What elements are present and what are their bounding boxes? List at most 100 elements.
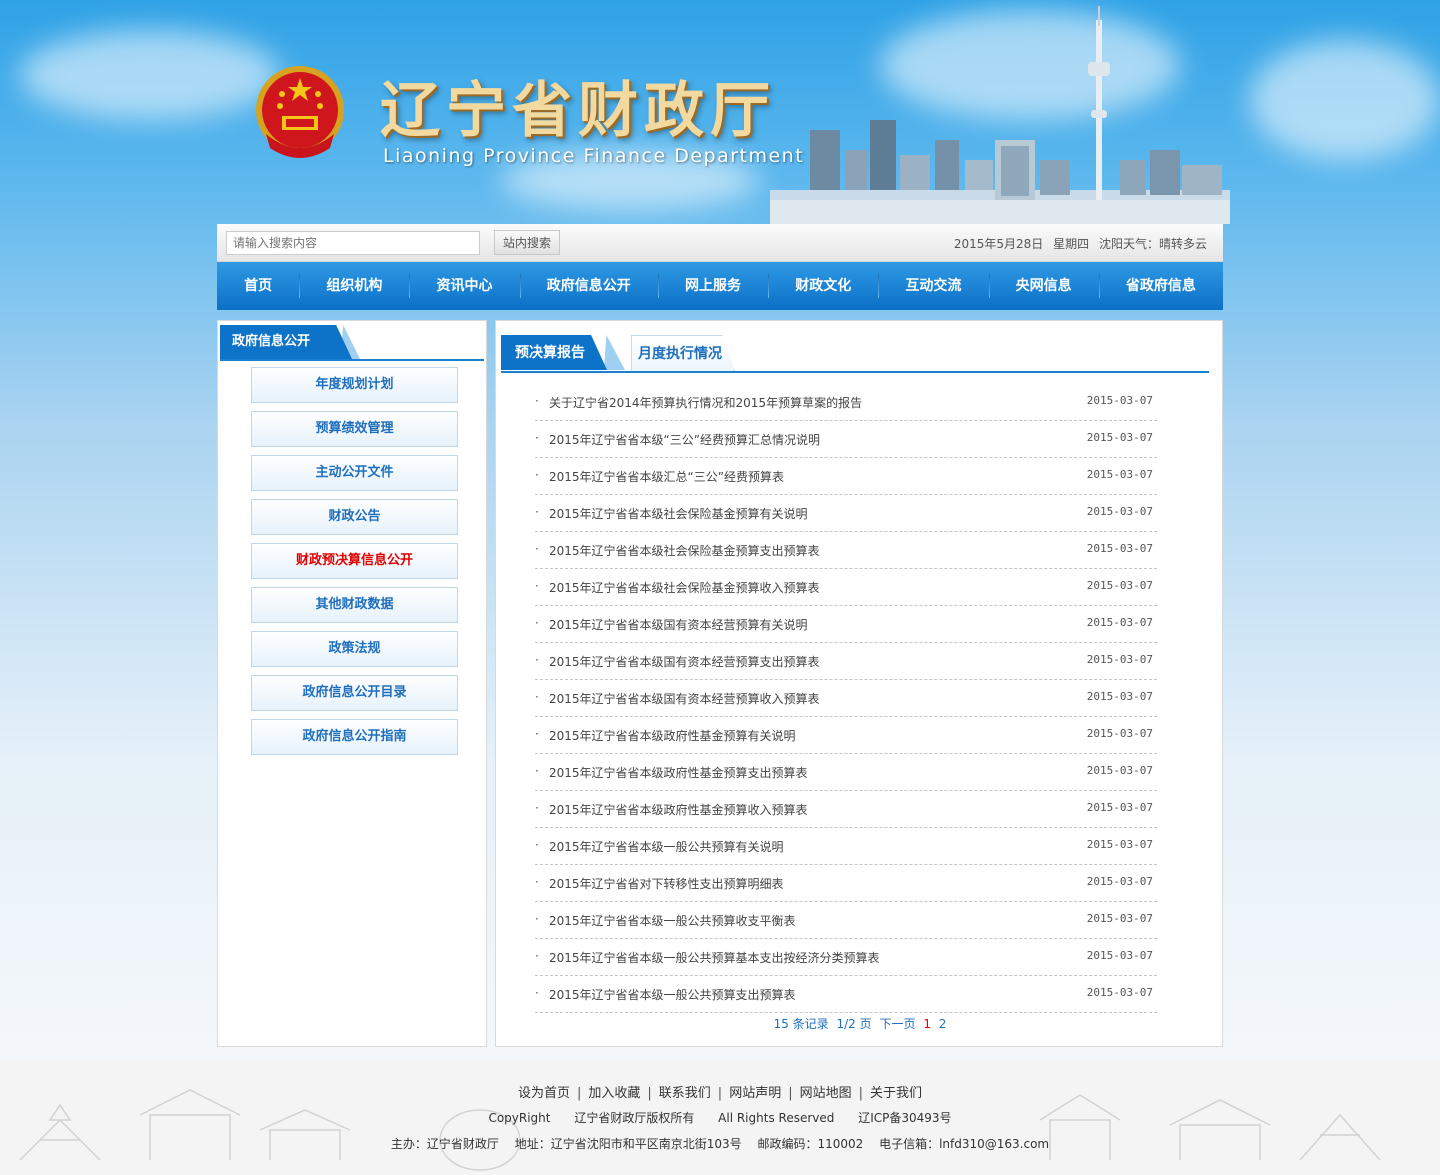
search-button[interactable]: 站内搜索 bbox=[494, 230, 560, 255]
article-row[interactable]: · 2015年辽宁省省本级“三公”经费预算汇总情况说明 2015-03-07 bbox=[535, 422, 1157, 458]
article-title-link[interactable]: 2015年辽宁省省本级一般公共预算有关说明 bbox=[549, 838, 784, 855]
sidebar-item-info-guide[interactable]: 政府信息公开指南 bbox=[251, 719, 458, 755]
nav-item-news-center[interactable]: 资讯中心 bbox=[409, 262, 519, 310]
bullet-icon: · bbox=[535, 542, 539, 556]
host-text: 主办：辽宁省财政厅 bbox=[390, 1137, 499, 1151]
sidebar-header: 政府信息公开 bbox=[220, 325, 484, 361]
footer-link-bookmark[interactable]: 加入收藏 bbox=[588, 1086, 640, 1101]
article-row[interactable]: · 2015年辽宁省省本级汇总“三公”经费预算表 2015-03-07 bbox=[535, 459, 1157, 495]
host-info-line: 主办：辽宁省财政厅 地址：辽宁省沈阳市和平区南京北街103号 邮政编码：1100… bbox=[0, 1135, 1440, 1152]
article-title-link[interactable]: 2015年辽宁省省本级社会保险基金预算有关说明 bbox=[549, 505, 808, 522]
header-banner: 辽宁省财政厅 Liaoning Province Finance Departm… bbox=[0, 0, 1440, 224]
separator: | bbox=[858, 1086, 863, 1101]
article-title-link[interactable]: 2015年辽宁省省本级国有资本经营预算收入预算表 bbox=[549, 690, 820, 707]
article-row[interactable]: · 2015年辽宁省省本级社会保险基金预算收入预算表 2015-03-07 bbox=[535, 570, 1157, 606]
nav-item-gov-info[interactable]: 政府信息公开 bbox=[519, 262, 658, 310]
article-title-link[interactable]: 2015年辽宁省省本级一般公共预算支出预算表 bbox=[549, 986, 796, 1003]
sidebar-item-public-docs[interactable]: 主动公开文件 bbox=[251, 455, 458, 491]
separator: | bbox=[788, 1086, 793, 1101]
nav-item-province-info[interactable]: 省政府信息 bbox=[1098, 262, 1223, 310]
article-title-link[interactable]: 2015年辽宁省省本级汇总“三公”经费预算表 bbox=[549, 468, 784, 485]
article-title-link[interactable]: 2015年辽宁省省本级国有资本经营预算支出预算表 bbox=[549, 653, 820, 670]
article-row[interactable]: · 2015年辽宁省省本级政府性基金预算有关说明 2015-03-07 bbox=[535, 718, 1157, 754]
bullet-icon: · bbox=[535, 764, 539, 778]
article-row[interactable]: · 关于辽宁省2014年预算执行情况和2015年预算草案的报告 2015-03-07 bbox=[535, 385, 1157, 421]
bullet-icon: · bbox=[535, 431, 539, 445]
date-weather-info: 2015年5月28日 星期四 沈阳天气：晴转多云 bbox=[948, 235, 1207, 252]
article-date: 2015-03-07 bbox=[1086, 801, 1153, 814]
bullet-icon: · bbox=[535, 394, 539, 408]
main-nav: 首页 组织机构 资讯中心 政府信息公开 网上服务 财政文化 互动交流 央网信息 … bbox=[217, 262, 1223, 310]
article-row[interactable]: · 2015年辽宁省省本级政府性基金预算支出预算表 2015-03-07 bbox=[535, 755, 1157, 791]
nav-item-interaction[interactable]: 互动交流 bbox=[878, 262, 988, 310]
article-date: 2015-03-07 bbox=[1086, 542, 1153, 555]
article-row[interactable]: · 2015年辽宁省省本级社会保险基金预算有关说明 2015-03-07 bbox=[535, 496, 1157, 532]
footer-links: 设为首页 | 加入收藏 | 联系我们 | 网站声明 | 网站地图 | 关于我们 bbox=[0, 1082, 1440, 1101]
nav-item-organization[interactable]: 组织机构 bbox=[299, 262, 409, 310]
sidebar-item-budget-disclosure[interactable]: 财政预决算信息公开 bbox=[251, 543, 458, 579]
nav-item-finance-culture[interactable]: 财政文化 bbox=[768, 262, 878, 310]
sidebar: 政府信息公开 年度规划计划 预算绩效管理 主动公开文件 财政公告 财政预决算信息… bbox=[217, 320, 487, 1047]
next-page-link[interactable]: 下一页 bbox=[879, 1017, 915, 1031]
tab-budget-report[interactable]: 预决算报告 bbox=[501, 335, 607, 370]
sidebar-item-annual-plan[interactable]: 年度规划计划 bbox=[251, 367, 458, 403]
article-date: 2015-03-07 bbox=[1086, 912, 1153, 925]
footer-link-set-homepage[interactable]: 设为首页 bbox=[518, 1086, 570, 1101]
footer-link-about[interactable]: 关于我们 bbox=[870, 1086, 922, 1101]
article-row[interactable]: · 2015年辽宁省省本级国有资本经营预算收入预算表 2015-03-07 bbox=[535, 681, 1157, 717]
current-date: 2015年5月28日 bbox=[953, 237, 1044, 251]
article-row[interactable]: · 2015年辽宁省省本级政府性基金预算收入预算表 2015-03-07 bbox=[535, 792, 1157, 828]
footer-link-sitemap[interactable]: 网站地图 bbox=[800, 1086, 852, 1101]
footer: 设为首页 | 加入收藏 | 联系我们 | 网站声明 | 网站地图 | 关于我们 CopyRight … bbox=[0, 1060, 1440, 1175]
article-row[interactable]: · 2015年辽宁省省本级一般公共预算支出预算表 2015-03-07 bbox=[535, 977, 1157, 1013]
search-bar: 站内搜索 2015年5月28日 星期四 沈阳天气：晴转多云 bbox=[217, 224, 1223, 262]
page-2-link[interactable]: 2 bbox=[939, 1017, 947, 1031]
nav-item-central-info[interactable]: 央网信息 bbox=[988, 262, 1099, 310]
sidebar-item-info-catalog[interactable]: 政府信息公开目录 bbox=[251, 675, 458, 711]
article-row[interactable]: · 2015年辽宁省省本级社会保险基金预算支出预算表 2015-03-07 bbox=[535, 533, 1157, 569]
nav-item-home[interactable]: 首页 bbox=[217, 262, 299, 310]
article-date: 2015-03-07 bbox=[1086, 431, 1153, 444]
sidebar-item-announcements[interactable]: 财政公告 bbox=[251, 499, 458, 535]
national-emblem-icon bbox=[256, 66, 344, 158]
address-text: 地址：辽宁省沈阳市和平区南京北街103号 bbox=[514, 1137, 742, 1151]
sidebar-item-other-data[interactable]: 其他财政数据 bbox=[251, 587, 458, 623]
sidebar-item-regulations[interactable]: 政策法规 bbox=[251, 631, 458, 667]
nav-item-online-service[interactable]: 网上服务 bbox=[657, 262, 768, 310]
article-date: 2015-03-07 bbox=[1086, 949, 1153, 962]
article-title-link[interactable]: 2015年辽宁省省本级一般公共预算基本支出按经济分类预算表 bbox=[549, 949, 880, 966]
article-title-link[interactable]: 关于辽宁省2014年预算执行情况和2015年预算草案的报告 bbox=[549, 394, 862, 411]
article-row[interactable]: · 2015年辽宁省省本级一般公共预算收支平衡表 2015-03-07 bbox=[535, 903, 1157, 939]
footer-link-contact[interactable]: 联系我们 bbox=[659, 1086, 711, 1101]
tab-monthly-execution[interactable]: 月度执行情况 bbox=[631, 335, 735, 371]
article-row[interactable]: · 2015年辽宁省省对下转移性支出预算明细表 2015-03-07 bbox=[535, 866, 1157, 902]
article-title-link[interactable]: 2015年辽宁省省本级社会保险基金预算收入预算表 bbox=[549, 579, 820, 596]
article-title-link[interactable]: 2015年辽宁省省本级一般公共预算收支平衡表 bbox=[549, 912, 796, 929]
separator: | bbox=[576, 1086, 582, 1101]
sidebar-title: 政府信息公开 bbox=[220, 325, 352, 359]
article-title-link[interactable]: 2015年辽宁省省本级社会保险基金预算支出预算表 bbox=[549, 542, 820, 559]
article-date: 2015-03-07 bbox=[1086, 690, 1153, 703]
city-skyline-image bbox=[770, 6, 1230, 224]
bullet-icon: · bbox=[535, 653, 539, 667]
separator: | bbox=[647, 1086, 652, 1101]
article-title-link[interactable]: 2015年辽宁省省本级“三公”经费预算汇总情况说明 bbox=[549, 431, 820, 448]
article-row[interactable]: · 2015年辽宁省省本级国有资本经营预算支出预算表 2015-03-07 bbox=[535, 644, 1157, 680]
article-row[interactable]: · 2015年辽宁省省本级国有资本经营预算有关说明 2015-03-07 bbox=[535, 607, 1157, 643]
article-row[interactable]: · 2015年辽宁省省本级一般公共预算基本支出按经济分类预算表 2015-03-07 bbox=[535, 940, 1157, 976]
tab-bar: 预决算报告 月度执行情况 bbox=[501, 335, 1209, 373]
article-title-link[interactable]: 2015年辽宁省省本级政府性基金预算有关说明 bbox=[549, 727, 796, 744]
article-title-link[interactable]: 2015年辽宁省省本级政府性基金预算收入预算表 bbox=[549, 801, 808, 818]
article-date: 2015-03-07 bbox=[1086, 653, 1153, 666]
email-text: 电子信箱：lnfd310@163.com bbox=[879, 1137, 1050, 1151]
sidebar-item-performance[interactable]: 预算绩效管理 bbox=[251, 411, 458, 447]
icp-number: 辽ICP备30493号 bbox=[858, 1111, 952, 1125]
footer-link-statement[interactable]: 网站声明 bbox=[729, 1086, 781, 1101]
article-title-link[interactable]: 2015年辽宁省省本级国有资本经营预算有关说明 bbox=[549, 616, 808, 633]
article-title-link[interactable]: 2015年辽宁省省对下转移性支出预算明细表 bbox=[549, 875, 784, 892]
article-title-link[interactable]: 2015年辽宁省省本级政府性基金预算支出预算表 bbox=[549, 764, 808, 781]
bullet-icon: · bbox=[535, 875, 539, 889]
bullet-icon: · bbox=[535, 912, 539, 926]
article-row[interactable]: · 2015年辽宁省省本级一般公共预算有关说明 2015-03-07 bbox=[535, 829, 1157, 865]
search-input[interactable] bbox=[226, 231, 480, 255]
